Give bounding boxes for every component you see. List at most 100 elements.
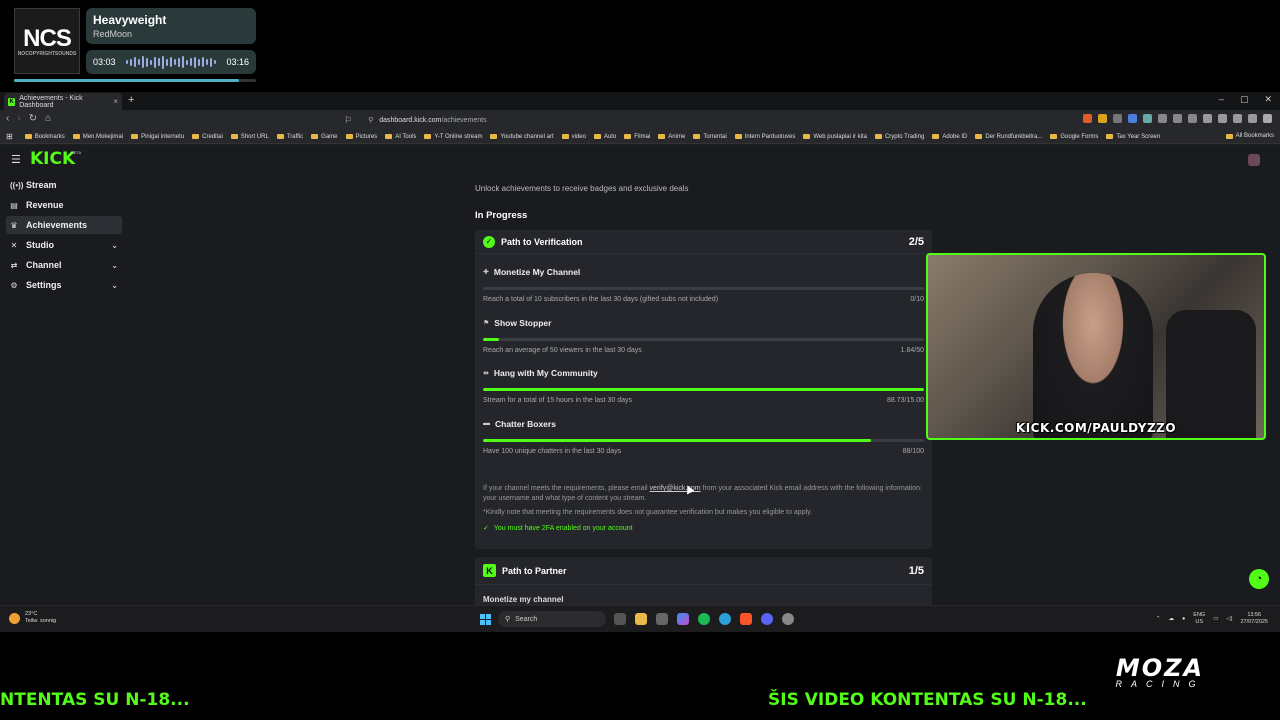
menu-icon[interactable]: [1263, 114, 1272, 123]
extension-icon[interactable]: [1233, 114, 1242, 123]
bookmark-item[interactable]: Adobe ID: [932, 134, 967, 140]
store-icon[interactable]: [656, 613, 668, 625]
folder-icon: [593, 134, 601, 139]
chat-support-button[interactable]: ◔: [1249, 569, 1269, 589]
maximize-button[interactable]: ▢: [1240, 94, 1249, 105]
requirement-desc: Reach an average of 50 viewers in the la…: [483, 346, 642, 354]
bookmark-item[interactable]: Men.Mokejimai: [72, 134, 123, 140]
sidebar-item-channel[interactable]: ⇄ Channel ⌄: [6, 256, 122, 274]
minimize-button[interactable]: –: [1219, 94, 1224, 105]
bookmark-item[interactable]: Creditai: [192, 134, 223, 140]
bookmark-item[interactable]: Short URL: [230, 134, 269, 140]
chevron-down-icon[interactable]: ⌄: [111, 281, 118, 290]
bookmark-item[interactable]: Web puslapiai ir kita: [803, 134, 867, 140]
channel-url-label: KICK.COM/PAULDYZZO: [1015, 421, 1177, 435]
copilot-icon[interactable]: [677, 613, 689, 625]
bookmark-item[interactable]: Der Rundfunkbeitra...: [975, 134, 1042, 140]
edge-icon[interactable]: [719, 613, 731, 625]
bookmark-item[interactable]: Y-T Online stream: [424, 134, 482, 140]
forward-icon[interactable]: ›: [17, 113, 20, 124]
apps-grid-icon[interactable]: ⊞: [6, 132, 13, 141]
extension-icon[interactable]: [1158, 114, 1167, 123]
folder-icon: [192, 134, 200, 139]
requirement-progress-fill: [483, 388, 924, 391]
weather-widget[interactable]: 23°C Teilw. sonnig: [9, 611, 56, 625]
partner-card-header[interactable]: K Path to Partner 1/5: [475, 557, 932, 585]
folder-icon: [385, 134, 393, 139]
bookmark-item[interactable]: Auto: [593, 134, 616, 140]
file-explorer-icon[interactable]: [635, 613, 647, 625]
windows-start-icon[interactable]: [480, 614, 491, 625]
extension-icon[interactable]: [1173, 114, 1182, 123]
clock[interactable]: 13:56 27/07/2025: [1240, 612, 1268, 626]
bookmark-item[interactable]: Anime: [658, 134, 685, 140]
bookmark-item[interactable]: Torrentai: [693, 133, 727, 140]
extension-icon[interactable]: [1248, 114, 1257, 123]
avatar[interactable]: [1248, 154, 1260, 166]
bookmark-item[interactable]: Game: [311, 134, 338, 140]
kick-logo[interactable]: KICK: [30, 149, 75, 169]
spotify-icon[interactable]: [698, 613, 710, 625]
reload-icon[interactable]: ↻: [29, 113, 37, 124]
sidebar-item-stream[interactable]: ((•)) Stream: [6, 176, 122, 194]
bookmark-item[interactable]: Tax Year Screen: [1106, 134, 1160, 140]
bookmark-label: Der Rundfunkbeitra...: [985, 133, 1043, 140]
url-field[interactable]: ⚐ ⚲ dashboard.kick.com/achievements: [344, 113, 904, 127]
back-icon[interactable]: ‹: [6, 113, 9, 124]
bookmark-item[interactable]: Pictures: [345, 134, 377, 140]
new-tab-button[interactable]: +: [128, 94, 134, 106]
chevron-down-icon[interactable]: ⌄: [111, 241, 118, 250]
sidebar-item-revenue[interactable]: ▤ Revenue: [6, 196, 122, 214]
site-info-icon[interactable]: ⚲: [368, 116, 373, 124]
monitor-icon[interactable]: ▭: [1213, 616, 1218, 622]
verification-card-header[interactable]: ✓ Path to Verification 2/5: [475, 230, 932, 254]
brave-icon[interactable]: [740, 613, 752, 625]
bookmark-item[interactable]: Intern Parduotuves: [734, 134, 795, 140]
tab-achievements[interactable]: K Achievements - Kick Dashboard ×: [4, 93, 122, 110]
extension-icon[interactable]: [1128, 114, 1137, 123]
chevron-up-icon[interactable]: ⌃: [1156, 616, 1161, 622]
bookmark-label: Torrentai: [703, 133, 727, 140]
bookmark-item[interactable]: Traffic: [276, 134, 303, 140]
bookmark-item[interactable]: video: [561, 134, 586, 140]
bookmark-item[interactable]: Youtube channel art: [490, 134, 554, 140]
bookmark-label: Google Forms: [1060, 133, 1099, 140]
tab-close-icon[interactable]: ×: [113, 97, 118, 106]
moza-logo-subtext: RACING: [1115, 679, 1205, 689]
bookmark-item[interactable]: AI Tools: [385, 134, 416, 140]
task-view-icon[interactable]: [614, 613, 626, 625]
home-icon[interactable]: ⌂: [45, 113, 51, 124]
sidebar-item-achievements[interactable]: ♛ Achievements: [6, 216, 122, 234]
bookmark-item[interactable]: Pinigai internetu: [131, 134, 184, 140]
taskbar-search[interactable]: ⚲ Search: [498, 611, 606, 627]
bookmark-item[interactable]: Filmai: [624, 134, 650, 140]
extension-icon[interactable]: [1143, 114, 1152, 123]
extension-icon[interactable]: [1203, 114, 1212, 123]
chevron-down-icon[interactable]: ⌄: [111, 261, 118, 270]
sidebar-item-settings[interactable]: ⚙ Settings ⌄: [6, 276, 122, 294]
bookmark-item[interactable]: Crypto Trading: [874, 134, 924, 140]
extension-icon[interactable]: [1113, 114, 1122, 123]
sidebar-item-studio[interactable]: ✕ Studio ⌄: [6, 236, 122, 254]
waveform-bar: [170, 57, 172, 67]
hamburger-menu-icon[interactable]: ☰: [11, 153, 21, 166]
cloud-icon[interactable]: ☁: [1168, 616, 1174, 622]
bookmark-star-icon[interactable]: ⚐: [344, 115, 352, 126]
bookmark-item[interactable]: Bookmarks: [24, 134, 65, 140]
volume-icon[interactable]: ◁): [1226, 616, 1232, 622]
language-indicator[interactable]: ENG US: [1193, 612, 1205, 626]
ticker-left: NTENTAS SU N-18...: [0, 690, 190, 710]
close-window-button[interactable]: ✕: [1264, 94, 1272, 105]
requirement-footer: Reach a total of 10 subscribers in the l…: [483, 296, 924, 303]
mic-icon[interactable]: ●: [1182, 616, 1185, 622]
settings-app-icon[interactable]: [782, 613, 794, 625]
all-bookmarks-button[interactable]: All Bookmarks: [1225, 133, 1274, 139]
extension-icon[interactable]: [1083, 114, 1092, 123]
moza-racing-logo: MOZA RACING: [1094, 656, 1226, 691]
extension-icon[interactable]: [1218, 114, 1227, 123]
discord-icon[interactable]: [761, 613, 773, 625]
trophy-icon: ♛: [10, 220, 18, 230]
extension-icon[interactable]: [1188, 114, 1197, 123]
bookmark-item[interactable]: Google Forms: [1050, 134, 1098, 140]
extension-icon[interactable]: [1098, 114, 1107, 123]
